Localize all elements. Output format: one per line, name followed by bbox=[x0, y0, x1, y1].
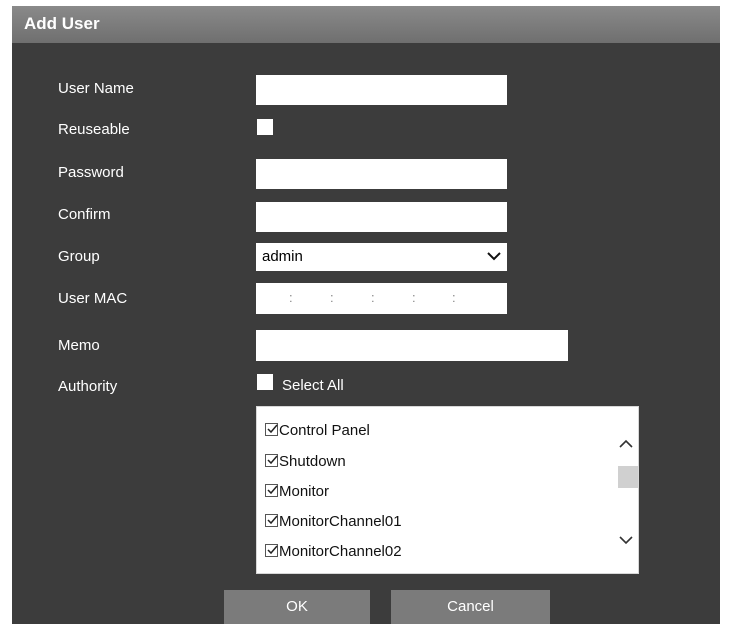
group-selected-value: admin bbox=[262, 248, 303, 265]
authority-item-label: Control Panel bbox=[279, 422, 370, 439]
mac-separator: : bbox=[412, 290, 416, 305]
checkmark-icon bbox=[267, 455, 278, 465]
authority-item-label: MonitorChannel02 bbox=[279, 543, 402, 560]
authority-item-label: Shutdown bbox=[279, 453, 346, 470]
user-mac-label: User MAC bbox=[58, 290, 128, 307]
reuseable-checkbox[interactable] bbox=[257, 119, 273, 135]
checkmark-icon bbox=[267, 424, 278, 434]
chevron-up-icon[interactable] bbox=[618, 436, 634, 452]
mac-separator: : bbox=[289, 290, 293, 305]
authority-item-shutdown[interactable]: Shutdown bbox=[265, 451, 346, 473]
authority-item-monitor[interactable]: Monitor bbox=[265, 481, 329, 503]
confirm-label: Confirm bbox=[58, 206, 111, 223]
confirm-password-input[interactable] bbox=[256, 202, 507, 232]
select-all-label: Select All bbox=[282, 377, 344, 394]
user-name-input[interactable] bbox=[256, 75, 507, 105]
checkmark-icon bbox=[267, 485, 278, 495]
user-name-label: User Name bbox=[58, 80, 134, 97]
cancel-button[interactable]: Cancel bbox=[391, 590, 550, 624]
checkmark-icon bbox=[267, 545, 278, 555]
authority-item-checkbox[interactable] bbox=[265, 484, 278, 497]
authority-item-checkbox[interactable] bbox=[265, 544, 278, 557]
chevron-down-icon[interactable] bbox=[618, 532, 634, 548]
user-mac-input[interactable]: : : : : : bbox=[256, 283, 507, 314]
authority-item-control-panel[interactable]: Control Panel bbox=[265, 420, 370, 442]
chevron-down-icon bbox=[487, 252, 501, 261]
authority-item-checkbox[interactable] bbox=[265, 514, 278, 527]
mac-separator: : bbox=[452, 290, 456, 305]
authority-item-checkbox[interactable] bbox=[265, 454, 278, 467]
scrollbar-thumb[interactable] bbox=[618, 466, 638, 488]
authority-list[interactable]: Control Panel Shutdown Monitor MonitorCh… bbox=[256, 406, 639, 574]
group-select[interactable]: admin bbox=[256, 243, 507, 271]
mac-separator: : bbox=[330, 290, 334, 305]
checkmark-icon bbox=[267, 515, 278, 525]
authority-item-label: MonitorChannel01 bbox=[279, 513, 402, 530]
add-user-dialog: Add User User Name Reuseable Password Co… bbox=[12, 6, 720, 624]
group-label: Group bbox=[58, 248, 100, 265]
reuseable-label: Reuseable bbox=[58, 121, 130, 138]
password-input[interactable] bbox=[256, 159, 507, 189]
password-label: Password bbox=[58, 164, 124, 181]
dialog-title: Add User bbox=[12, 6, 720, 43]
authority-item-label: Monitor bbox=[279, 483, 330, 500]
mac-separator: : bbox=[371, 290, 375, 305]
memo-input[interactable] bbox=[256, 330, 568, 361]
authority-item-monitor-channel-01[interactable]: MonitorChannel01 bbox=[265, 511, 402, 533]
memo-label: Memo bbox=[58, 337, 100, 354]
ok-button[interactable]: OK bbox=[224, 590, 370, 624]
select-all-checkbox[interactable] bbox=[257, 374, 273, 390]
authority-label: Authority bbox=[58, 378, 118, 395]
authority-item-monitor-channel-02[interactable]: MonitorChannel02 bbox=[265, 541, 402, 563]
authority-list-scrollbar[interactable] bbox=[615, 408, 638, 572]
authority-item-checkbox[interactable] bbox=[265, 423, 278, 436]
